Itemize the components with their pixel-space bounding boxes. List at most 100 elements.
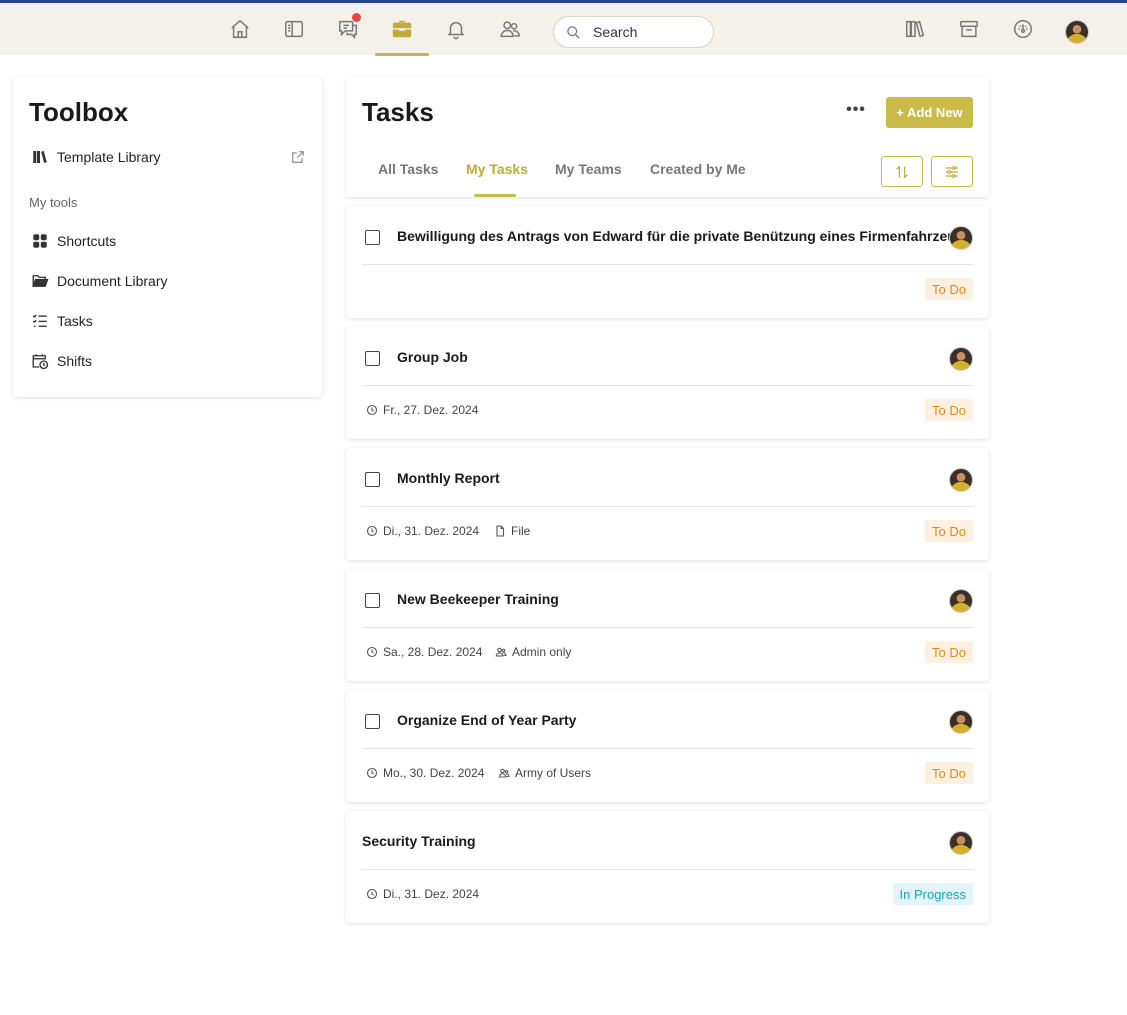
status-badge: To Do — [925, 641, 973, 663]
due-date-text: Fr., 27. Dez. 2024 — [383, 403, 479, 417]
top-navigation-bar — [0, 0, 1127, 56]
sliders-icon — [946, 165, 958, 178]
task-checkbox[interactable] — [365, 230, 380, 245]
sidebar-item-template-library[interactable]: Template Library — [31, 145, 161, 169]
add-new-button[interactable]: + Add New — [886, 97, 973, 128]
active-nav-indicator — [375, 53, 429, 56]
sidebar-item-label: Document Library — [57, 273, 168, 289]
task-title[interactable]: Group Job — [397, 349, 468, 365]
search-icon — [567, 25, 580, 39]
notification-dot — [351, 12, 362, 23]
tasks-header: Tasks ••• + Add New All Tasks My Tasks M… — [346, 77, 989, 197]
bell-icon[interactable] — [441, 14, 471, 44]
assignee-avatar — [949, 589, 973, 613]
task-checkbox[interactable] — [365, 472, 380, 487]
section-label: My tools — [29, 195, 78, 210]
task-card[interactable]: Bewilligung des Antrags von Edward für d… — [346, 206, 989, 318]
assignee-avatar — [949, 710, 973, 734]
sidebar-item-shortcuts[interactable]: Shortcuts — [31, 229, 116, 253]
store-icon[interactable] — [954, 14, 984, 44]
status-badge: To Do — [925, 520, 973, 542]
toolbox-sidebar: Toolbox Template Library My tools Shortc… — [13, 77, 322, 397]
assignee-avatar — [949, 226, 973, 250]
due-date-text: Mo., 30. Dez. 2024 — [383, 766, 485, 780]
dashboard-icon[interactable] — [1008, 14, 1038, 44]
group-icon — [498, 768, 510, 778]
due-date: Di., 31. Dez. 2024 — [366, 887, 479, 901]
sort-button[interactable] — [881, 156, 923, 187]
audience-info: Admin only — [495, 645, 571, 659]
sidebar-item-label: Shortcuts — [57, 233, 117, 249]
task-checkbox[interactable] — [365, 714, 380, 729]
task-title[interactable]: Organize End of Year Party — [397, 712, 576, 728]
task-checkbox[interactable] — [365, 593, 380, 608]
tab-created-by-me[interactable]: Created by Me — [650, 161, 746, 177]
task-title[interactable]: Monthly Report — [397, 470, 500, 486]
due-date: Di., 31. Dez. 2024 — [366, 524, 479, 538]
clock-icon — [366, 767, 378, 779]
clock-icon — [366, 404, 378, 416]
search-box[interactable] — [553, 16, 714, 48]
search-input[interactable] — [593, 24, 703, 40]
group-icon — [495, 647, 507, 657]
library-icon[interactable] — [900, 14, 930, 44]
sidebar-item-label: Shifts — [57, 353, 93, 369]
clock-icon — [366, 888, 378, 900]
divider — [362, 869, 973, 870]
audience-text: Admin only — [512, 645, 572, 659]
more-options-button[interactable]: ••• — [846, 102, 866, 121]
divider — [362, 264, 973, 265]
assignee-avatar — [949, 831, 973, 855]
chat-icon[interactable] — [333, 12, 363, 44]
folder-open-icon — [31, 272, 49, 290]
sidebar-panel-icon[interactable] — [279, 14, 309, 44]
checklist-icon — [31, 312, 49, 330]
divider — [362, 748, 973, 749]
file-icon — [496, 525, 505, 537]
status-badge: To Do — [925, 762, 973, 784]
due-date-text: Sa., 28. Dez. 2024 — [383, 645, 483, 659]
assignee-avatar — [949, 468, 973, 492]
filter-button[interactable] — [931, 156, 973, 187]
assignee-avatar — [949, 347, 973, 371]
due-date: Mo., 30. Dez. 2024 — [366, 766, 484, 780]
task-card[interactable]: New Beekeeper Training Sa., 28. Dez. 202… — [346, 569, 989, 681]
clock-icon — [366, 646, 378, 658]
audience-info: Army of Users — [498, 766, 591, 780]
divider — [362, 506, 973, 507]
sidebar-item-label: Template Library — [57, 149, 161, 165]
tab-all-tasks[interactable]: All Tasks — [378, 161, 438, 177]
page-title: Tasks — [362, 97, 434, 127]
due-date-text: Di., 31. Dez. 2024 — [383, 887, 480, 901]
divider — [362, 627, 973, 628]
library-icon — [31, 148, 49, 166]
sidebar-item-tasks[interactable]: Tasks — [31, 309, 93, 333]
user-avatar[interactable] — [1065, 20, 1089, 44]
sidebar-item-shifts[interactable]: Shifts — [31, 349, 92, 373]
status-badge: To Do — [925, 399, 973, 421]
attachment-info: File — [494, 524, 530, 538]
toolbox-icon[interactable] — [387, 14, 417, 44]
attachment-text: File — [511, 524, 531, 538]
task-title[interactable]: Bewilligung des Antrags von Edward für d… — [397, 228, 972, 244]
tab-my-teams[interactable]: My Teams — [555, 161, 622, 177]
tab-my-tasks[interactable]: My Tasks — [466, 161, 528, 177]
task-checkbox[interactable] — [365, 351, 380, 366]
sidebar-item-document-library[interactable]: Document Library — [31, 269, 168, 293]
task-card[interactable]: Group Job Fr., 27. Dez. 2024 To Do — [346, 327, 989, 439]
calendar-clock-icon — [31, 352, 49, 370]
clock-icon — [366, 525, 378, 537]
home-icon[interactable] — [225, 14, 255, 44]
task-card[interactable]: Monthly Report Di., 31. Dez. 2024 File T… — [346, 448, 989, 560]
due-date: Fr., 27. Dez. 2024 — [366, 403, 478, 417]
due-date: Sa., 28. Dez. 2024 — [366, 645, 482, 659]
task-card[interactable]: Organize End of Year Party Mo., 30. Dez.… — [346, 690, 989, 802]
sidebar-title: Toolbox — [29, 97, 129, 127]
people-icon[interactable] — [495, 14, 525, 44]
external-link-icon[interactable] — [291, 150, 305, 164]
task-title[interactable]: New Beekeeper Training — [397, 591, 559, 607]
status-badge: To Do — [925, 278, 973, 300]
task-title[interactable]: Security Training — [362, 833, 476, 849]
task-card[interactable]: Security Training Di., 31. Dez. 2024 In … — [346, 811, 989, 923]
audience-text: Army of Users — [515, 766, 592, 780]
